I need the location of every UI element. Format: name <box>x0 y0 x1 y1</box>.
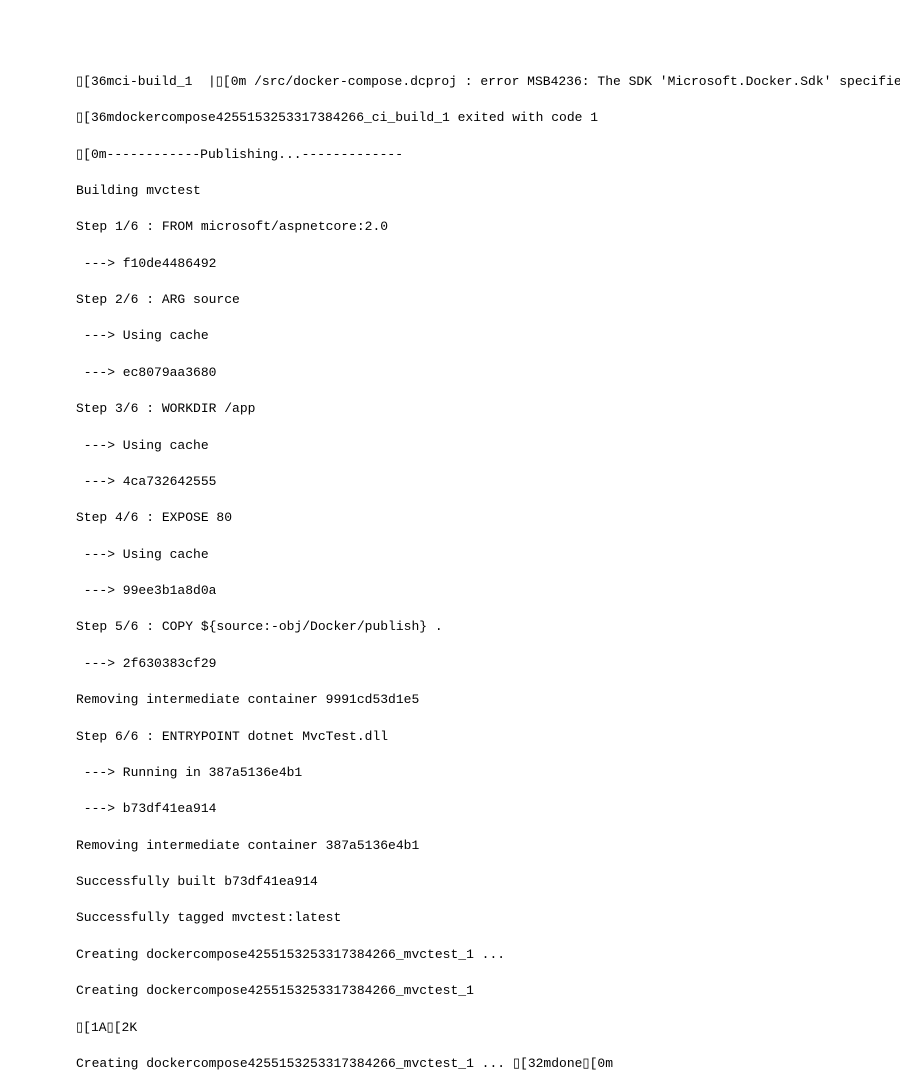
log-line: ▯[1A▯[2K <box>76 1019 900 1037</box>
log-line: ▯[36mdockercompose4255153253317384266_ci… <box>76 109 900 127</box>
log-line: ---> Running in 387a5136e4b1 <box>76 764 900 782</box>
log-line: Step 4/6 : EXPOSE 80 <box>76 509 900 527</box>
log-line: ---> Using cache <box>76 546 900 564</box>
log-line: Step 6/6 : ENTRYPOINT dotnet MvcTest.dll <box>76 728 900 746</box>
log-line: Building mvctest <box>76 182 900 200</box>
log-line: ▯[36mci-build_1 |▯[0m /src/docker-compos… <box>76 73 900 91</box>
log-line: ---> f10de4486492 <box>76 255 900 273</box>
log-line: ▯[0m------------Publishing...-----------… <box>76 146 900 164</box>
log-line: Step 2/6 : ARG source <box>76 291 900 309</box>
log-line: ---> Using cache <box>76 437 900 455</box>
log-line: ---> ec8079aa3680 <box>76 364 900 382</box>
log-line: ---> 4ca732642555 <box>76 473 900 491</box>
log-line: Step 3/6 : WORKDIR /app <box>76 400 900 418</box>
log-line: ---> b73df41ea914 <box>76 800 900 818</box>
log-line: Removing intermediate container 387a5136… <box>76 837 900 855</box>
log-line: Step 1/6 : FROM microsoft/aspnetcore:2.0 <box>76 218 900 236</box>
log-line: ---> Using cache <box>76 327 900 345</box>
log-line: ---> 99ee3b1a8d0a <box>76 582 900 600</box>
log-line: Successfully tagged mvctest:latest <box>76 909 900 927</box>
log-line: Creating dockercompose425515325331738426… <box>76 946 900 964</box>
log-line: Successfully built b73df41ea914 <box>76 873 900 891</box>
log-line: Creating dockercompose425515325331738426… <box>76 982 900 1000</box>
log-line: ---> 2f630383cf29 <box>76 655 900 673</box>
log-line: Step 5/6 : COPY ${source:-obj/Docker/pub… <box>76 618 900 636</box>
log-line: Removing intermediate container 9991cd53… <box>76 691 900 709</box>
log-line: Creating dockercompose425515325331738426… <box>76 1055 900 1073</box>
